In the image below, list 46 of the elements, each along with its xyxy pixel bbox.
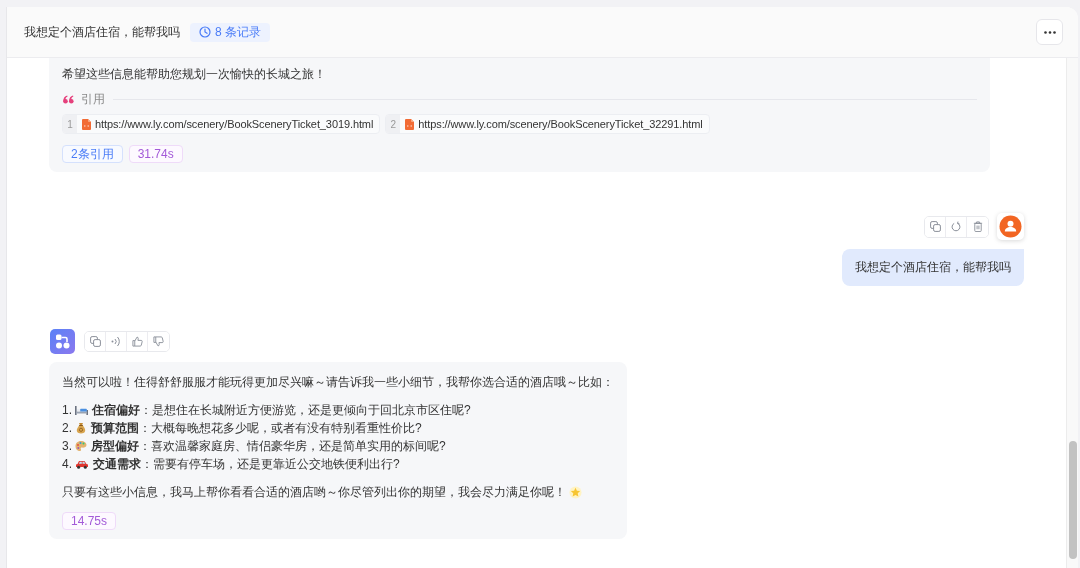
car-icon <box>75 459 89 469</box>
thumbs-down-icon <box>153 336 164 347</box>
message-text: 只要有这些小信息，我马上帮你看看合适的酒店哟～你尽管列出你的期望，我会尽力满足你呢！ <box>62 483 614 501</box>
reference-link[interactable]: 2 https://www.ly.com/scenery/BookSceneryTicket_32291.html <box>385 114 710 134</box>
bed-icon <box>75 405 88 415</box>
list-item-text: 住宿偏好：是想住在长城附近方便游览，还是更倾向于回北京市区住呢? <box>92 402 471 419</box>
money-bag-icon <box>75 422 87 434</box>
speaker-icon <box>111 336 121 347</box>
message-text: 当然可以啦！住得舒舒服服才能玩得更加尽兴嘛～请告诉我一些小细节，我帮你选合适的酒店哦～比如： <box>62 374 614 391</box>
copy-button[interactable] <box>925 216 946 237</box>
duration-tag: 31.74s <box>128 145 183 163</box>
reference-number: 1 <box>63 115 77 133</box>
more-options-button[interactable] <box>1036 19 1063 45</box>
reference-url: https://www.ly.com/scenery/BookSceneryTicket_3019.html <box>95 118 374 130</box>
palette-icon <box>75 440 87 452</box>
clock-icon <box>199 26 211 38</box>
file-icon <box>82 118 91 130</box>
more-icon <box>1043 30 1056 34</box>
reference-link[interactable]: 1 https://www.ly.com/scenery/BookSceneryTicket_3019.html <box>62 114 381 134</box>
reference-number: 2 <box>386 115 401 133</box>
message-text: 希望这些信息能帮助您规划一次愉快的长城之旅！ <box>62 66 327 83</box>
reference-count-tag[interactable]: 2条引用 <box>62 145 123 163</box>
references-label: 引用 <box>81 90 105 108</box>
copy-icon <box>929 221 941 232</box>
file-icon <box>405 118 415 130</box>
list-number: 4. <box>62 457 72 471</box>
list-item-text: 交通需求：需要有停车场，还是更靠近公交地铁便利出行? <box>93 456 400 473</box>
chat-title: 我想定个酒店住宿，能帮我吗 <box>24 23 180 41</box>
history-badge[interactable]: 8 条记录 <box>190 22 270 42</box>
copy-button[interactable] <box>85 332 106 351</box>
thumbs-up-icon <box>131 336 143 347</box>
trash-icon <box>972 221 983 232</box>
duration-tag: 14.75s <box>62 512 117 530</box>
list-item-text: 房型偏好：喜欢温馨家庭房、情侣豪华房，还是简单实用的标间呢? <box>91 438 446 455</box>
user-message-bubble: 我想定个酒店住宿，能帮我吗 <box>842 249 1024 286</box>
list-number: 2. <box>62 421 72 435</box>
list-item-text: 预算范围：大概每晚想花多少呢，或者有没有特别看重性价比? <box>91 420 422 437</box>
list-number: 1. <box>62 403 72 417</box>
user-avatar-icon <box>997 213 1024 240</box>
bot-avatar-icon <box>50 329 75 354</box>
refresh-icon <box>951 221 961 232</box>
scrollbar-thumb[interactable] <box>1068 441 1077 559</box>
quote-icon <box>63 94 74 104</box>
copy-icon <box>89 336 101 347</box>
list-number: 3. <box>62 439 72 453</box>
reference-url: https://www.ly.com/scenery/BookSceneryTicket_32291.html <box>418 118 703 130</box>
